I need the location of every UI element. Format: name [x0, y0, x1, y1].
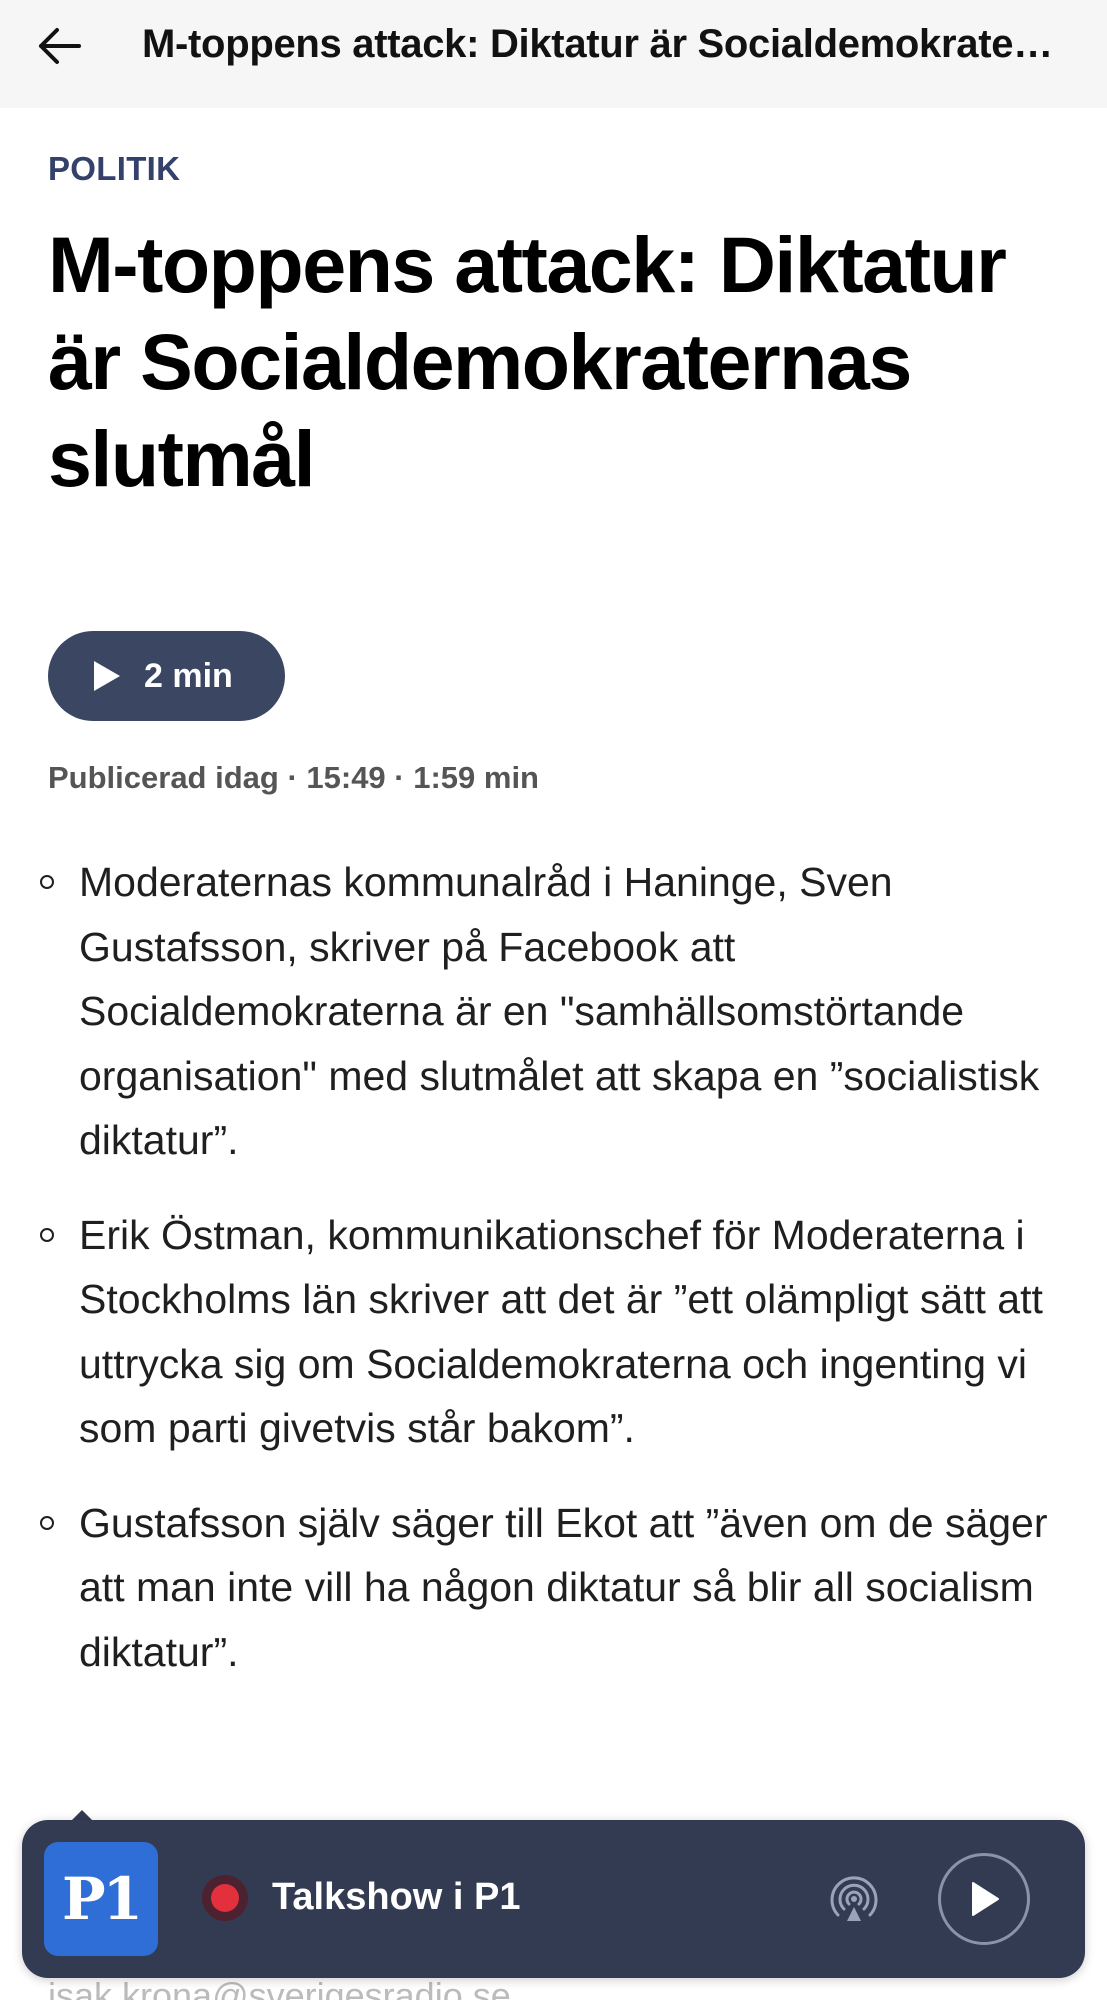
article-headline: M-toppens attack: Diktatur är Socialdemo…	[48, 220, 1007, 503]
summary-list: Moderaternas kommunalråd i Haninge, Sven…	[40, 850, 1050, 1714]
publish-meta: Publicerad idag · 15:49 · 1:59 min	[48, 760, 539, 795]
article-page: M-toppens attack: Diktatur är Socialdemo…	[0, 0, 1107, 2000]
broadcast-icon	[830, 1876, 878, 1921]
mini-player[interactable]: P1 Talkshow i P1	[22, 1820, 1085, 1978]
list-item-text: Gustafsson själv säger till Ekot att ”äv…	[79, 1499, 1048, 1675]
category-label[interactable]: POLITIK	[48, 150, 1058, 188]
channel-logo: P1	[44, 1842, 158, 1956]
author-email[interactable]: isak.krona@sverigesradio.se	[48, 1975, 511, 2000]
player-play-button[interactable]	[938, 1853, 1030, 1945]
cast-button[interactable]	[819, 1864, 889, 1934]
list-item: Erik Östman, kommunikationschef för Mode…	[40, 1203, 1050, 1461]
page-title: M-toppens attack: Diktatur är Socialdemo…	[142, 22, 1062, 66]
player-title[interactable]: Talkshow i P1	[272, 1876, 520, 1919]
live-dot	[211, 1884, 239, 1912]
live-indicator-icon	[202, 1875, 248, 1921]
list-item-text: Moderaternas kommunalråd i Haninge, Sven…	[79, 859, 1040, 1163]
listen-duration: 2 min	[144, 656, 233, 695]
article: POLITIK M-toppens attack: Diktatur är So…	[40, 150, 1058, 1675]
listen-button[interactable]: 2 min	[48, 631, 285, 721]
play-icon	[972, 1882, 999, 1916]
bullet-icon	[40, 875, 54, 889]
bullet-icon	[40, 1515, 54, 1530]
list-item: Gustafsson själv säger till Ekot att ”äv…	[40, 1491, 1050, 1685]
list-item-text: Erik Östman, kommunikationschef för Mode…	[79, 1211, 1043, 1452]
list-item: Moderaternas kommunalråd i Haninge, Sven…	[40, 850, 1050, 1173]
arrow-left-icon	[39, 28, 81, 64]
back-button[interactable]	[30, 18, 86, 74]
play-icon	[94, 661, 120, 691]
bullet-icon	[40, 1227, 54, 1242]
top-bar: M-toppens attack: Diktatur är Socialdemo…	[0, 0, 1107, 108]
